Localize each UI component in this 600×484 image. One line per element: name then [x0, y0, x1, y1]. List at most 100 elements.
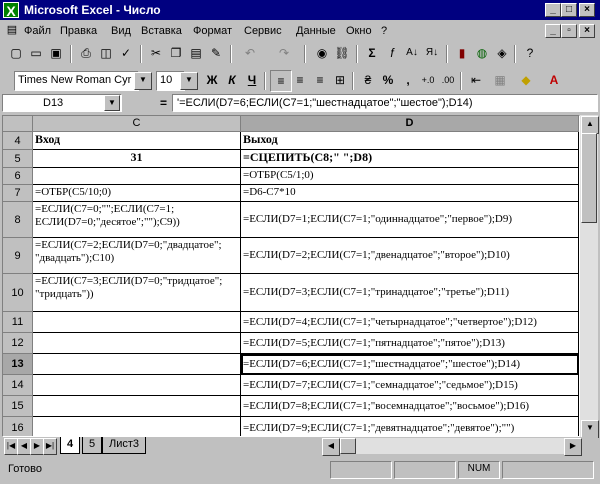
cell-c6[interactable] — [33, 168, 241, 185]
cell-d6[interactable]: =ОТБР(C5/1;0) — [241, 168, 579, 185]
scroll-down-icon[interactable]: ▼ — [581, 420, 599, 438]
maximize-button[interactable]: □ — [561, 3, 577, 17]
decrease-decimal-icon[interactable]: .00 — [438, 70, 458, 90]
menu-insert[interactable]: Вставка — [141, 25, 182, 37]
save-icon[interactable]: ▣ — [46, 43, 66, 63]
format-painter-icon[interactable]: ✎ — [206, 43, 226, 63]
cell-c13[interactable] — [33, 354, 241, 375]
cell-d5[interactable]: =СЦЕПИТЬ(C8;" ";D8) — [241, 150, 579, 168]
cell-d14[interactable]: =ЕСЛИ(D7=7;ЕСЛИ(C7=1;"семнадцатое";"седь… — [241, 375, 579, 396]
document-icon[interactable]: ▤ — [4, 22, 20, 38]
cut-icon[interactable]: ✂ — [146, 43, 166, 63]
row-header-16[interactable]: 16 — [3, 417, 33, 436]
scroll-right-icon[interactable]: ▶ — [564, 438, 582, 456]
doc-minimize-button[interactable]: _ — [545, 24, 561, 38]
menu-view[interactable]: Вид — [111, 25, 131, 37]
first-sheet-icon[interactable]: |◀ — [4, 438, 18, 455]
cell-c11[interactable] — [33, 312, 241, 333]
vertical-scrollbar[interactable]: ▲ ▼ — [580, 115, 599, 438]
row-header-8[interactable]: 8 — [3, 202, 33, 238]
font-name-field[interactable]: Times New Roman Cyr — [14, 71, 139, 91]
menu-format[interactable]: Формат — [193, 25, 232, 37]
font-color-icon[interactable]: A — [544, 70, 564, 90]
comma-button[interactable]: , — [398, 70, 418, 90]
font-dropdown-icon[interactable]: ▼ — [134, 72, 152, 90]
map-icon[interactable]: ◍ — [472, 43, 492, 63]
menu-edit[interactable]: Правка — [60, 25, 97, 37]
web-toolbar-icon[interactable]: ◉ — [312, 43, 332, 63]
sheet-tab-4[interactable]: 4 — [60, 437, 81, 454]
cell-c9[interactable]: =ЕСЛИ(C7=2;ЕСЛИ(D7=0;"двадцатое"; "двадц… — [33, 238, 241, 274]
sheet-tab-list3[interactable]: Лист3 — [102, 437, 147, 454]
function-icon[interactable]: f — [382, 43, 402, 63]
select-all-corner[interactable] — [3, 116, 33, 132]
sort-descending-icon[interactable]: Я↓ — [422, 43, 442, 63]
name-box-dropdown-icon[interactable]: ▼ — [104, 95, 120, 111]
minimize-button[interactable]: _ — [545, 3, 561, 17]
prev-sheet-icon[interactable]: ◀ — [17, 438, 31, 455]
fill-color-icon[interactable]: ◆ — [516, 70, 536, 90]
cell-d12[interactable]: =ЕСЛИ(D7=5;ЕСЛИ(C7=1;"пятнадцатое";"пято… — [241, 333, 579, 354]
open-icon[interactable]: ▭ — [26, 43, 46, 63]
office-assistant-icon[interactable]: ? — [520, 43, 540, 63]
cell-c10[interactable]: =ЕСЛИ(C7=3;ЕСЛИ(D7=0;"тридцатое"; "тридц… — [33, 274, 241, 312]
row-header-9[interactable]: 9 — [3, 238, 33, 274]
align-center-icon[interactable]: ≡ — [290, 70, 310, 90]
cell-d10[interactable]: =ЕСЛИ(D7=3;ЕСЛИ(C7=1;"тринадцатое";"трет… — [241, 274, 579, 312]
print-preview-icon[interactable]: ◫ — [96, 43, 116, 63]
align-left-icon[interactable]: ≡ — [270, 70, 292, 92]
formula-input[interactable]: '=ЕСЛИ(D7=6;ЕСЛИ(C7=1;"шестнадцатое";"ше… — [172, 94, 598, 112]
align-right-icon[interactable]: ≡ — [310, 70, 330, 90]
column-header-d[interactable]: D — [241, 116, 579, 132]
column-header-c[interactable]: C — [33, 116, 241, 132]
horizontal-scrollbar[interactable]: ◀ ▶ — [322, 438, 582, 456]
underline-button[interactable]: Ч — [242, 70, 262, 90]
cell-d13[interactable]: =ЕСЛИ(D7=6;ЕСЛИ(C7=1;"шестнадцатое";"шес… — [241, 354, 579, 375]
cell-c15[interactable] — [33, 396, 241, 417]
menu-data[interactable]: Данные — [296, 25, 336, 37]
menu-help[interactable]: ? — [381, 25, 387, 37]
scroll-up-icon[interactable]: ▲ — [581, 116, 599, 134]
cell-c14[interactable] — [33, 375, 241, 396]
scroll-left-icon[interactable]: ◀ — [322, 438, 340, 456]
vertical-scroll-thumb[interactable] — [581, 133, 597, 223]
horizontal-scroll-thumb[interactable] — [340, 438, 356, 454]
last-sheet-icon[interactable]: ▶| — [43, 438, 57, 455]
redo-icon[interactable]: ↷ — [274, 43, 294, 63]
italic-button[interactable]: К — [222, 70, 242, 90]
row-header-13[interactable]: 13 — [3, 354, 33, 375]
cell-c4[interactable]: Вход — [33, 132, 241, 150]
chart-wizard-icon[interactable]: ▮ — [452, 43, 472, 63]
cell-d16[interactable]: =ЕСЛИ(D7=9;ЕСЛИ(C7=1;"девятнадцатое";"де… — [241, 417, 579, 436]
row-header-15[interactable]: 15 — [3, 396, 33, 417]
cell-d4[interactable]: Выход — [241, 132, 579, 150]
bold-button[interactable]: Ж — [202, 70, 222, 90]
indent-icon[interactable]: ⇤ — [466, 70, 486, 90]
row-header-5[interactable]: 5 — [3, 150, 33, 168]
menu-file[interactable]: Файл — [24, 25, 51, 37]
row-header-7[interactable]: 7 — [3, 185, 33, 202]
autosum-icon[interactable]: Σ — [362, 43, 382, 63]
cell-c8[interactable]: =ЕСЛИ(C7=0;"";ЕСЛИ(C7=1; ЕСЛИ(D7=0;"деся… — [33, 202, 241, 238]
drawing-icon[interactable]: ◈ — [492, 43, 512, 63]
cell-c5[interactable]: 31 — [33, 150, 241, 168]
row-header-4[interactable]: 4 — [3, 132, 33, 150]
merge-center-icon[interactable]: ⊞ — [330, 70, 350, 90]
spelling-icon[interactable]: ✓ — [116, 43, 136, 63]
paste-icon[interactable]: ▤ — [186, 43, 206, 63]
cell-d7[interactable]: =D6-C7*10 — [241, 185, 579, 202]
print-icon[interactable]: ⎙ — [76, 43, 96, 63]
menu-tools[interactable]: Сервис — [244, 25, 282, 37]
currency-icon[interactable]: ₴ — [358, 70, 378, 90]
undo-icon[interactable]: ↶ — [240, 43, 260, 63]
copy-icon[interactable]: ❐ — [166, 43, 186, 63]
excel-x-icon[interactable]: X — [3, 2, 19, 19]
increase-decimal-icon[interactable]: +.0 — [418, 70, 438, 90]
cell-d15[interactable]: =ЕСЛИ(D7=8;ЕСЛИ(C7=1;"восемнадцатое";"во… — [241, 396, 579, 417]
next-sheet-icon[interactable]: ▶ — [30, 438, 44, 455]
cell-d11[interactable]: =ЕСЛИ(D7=4;ЕСЛИ(C7=1;"четырнадцатое";"че… — [241, 312, 579, 333]
row-header-10[interactable]: 10 — [3, 274, 33, 312]
cell-d8[interactable]: =ЕСЛИ(D7=1;ЕСЛИ(C7=1;"одиннадцатое";"пер… — [241, 202, 579, 238]
sort-ascending-icon[interactable]: A↓ — [402, 43, 422, 63]
cell-d9[interactable]: =ЕСЛИ(D7=2;ЕСЛИ(C7=1;"двенадцатое";"втор… — [241, 238, 579, 274]
